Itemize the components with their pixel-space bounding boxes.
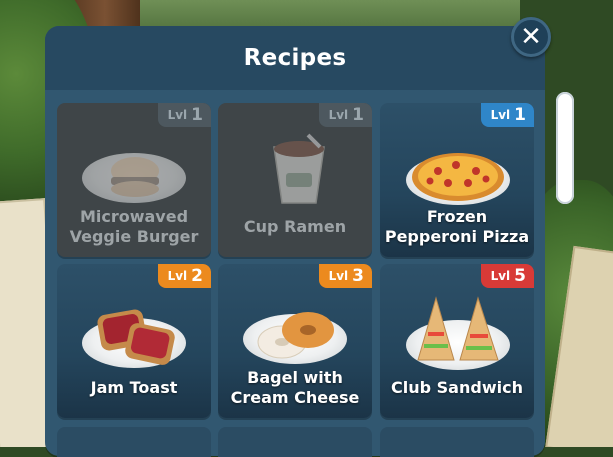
recipe-card-jam-toast[interactable]: Lvl 2 Jam Toast bbox=[57, 264, 211, 418]
recipe-name: Club Sandwich bbox=[391, 378, 523, 397]
recipe-card-club-sandwich[interactable]: Lvl 5 Club Sandwich bbox=[380, 264, 534, 418]
recipe-name: Frozen Pepperoni Pizza bbox=[384, 207, 530, 246]
pizza-icon bbox=[412, 153, 504, 201]
recipe-card-veggie-burger[interactable]: Lvl 1 Microwaved Veggie Burger bbox=[57, 103, 211, 257]
level-badge: Lvl 1 bbox=[157, 103, 211, 127]
recipe-name: Cup Ramen bbox=[243, 217, 347, 236]
panel-header: Recipes bbox=[45, 26, 545, 90]
level-badge: Lvl 1 bbox=[480, 103, 534, 127]
cup-ramen-icon bbox=[273, 133, 325, 204]
recipe-card-bagel[interactable]: Lvl 3 Bagel with Cream Cheese bbox=[218, 264, 372, 418]
close-icon: ✕ bbox=[520, 22, 542, 52]
recipe-name: Jam Toast bbox=[90, 378, 178, 397]
scrollbar[interactable] bbox=[556, 92, 574, 204]
recipe-card-partial[interactable] bbox=[218, 427, 372, 457]
recipe-name: Microwaved Veggie Burger bbox=[69, 207, 199, 246]
recipe-name: Bagel with Cream Cheese bbox=[230, 368, 360, 407]
level-badge: Lvl 1 bbox=[318, 103, 372, 127]
recipe-card-partial[interactable] bbox=[57, 427, 211, 457]
level-badge: Lvl 5 bbox=[480, 264, 534, 288]
recipe-card-pepperoni-pizza[interactable]: Lvl 1 Frozen Pepperoni Pizza bbox=[380, 103, 534, 257]
level-badge: Lvl 3 bbox=[318, 264, 372, 288]
recipe-card-partial[interactable] bbox=[380, 427, 534, 457]
panel-title: Recipes bbox=[243, 45, 347, 71]
level-badge: Lvl 2 bbox=[157, 264, 211, 288]
recipe-card-cup-ramen[interactable]: Lvl 1 Cup Ramen bbox=[218, 103, 372, 257]
sandwich-icon bbox=[417, 296, 499, 361]
jam-toast-icon bbox=[97, 309, 175, 365]
bagel-icon bbox=[257, 312, 334, 359]
veggie-burger-icon bbox=[111, 157, 159, 197]
close-button[interactable]: ✕ bbox=[511, 17, 551, 57]
